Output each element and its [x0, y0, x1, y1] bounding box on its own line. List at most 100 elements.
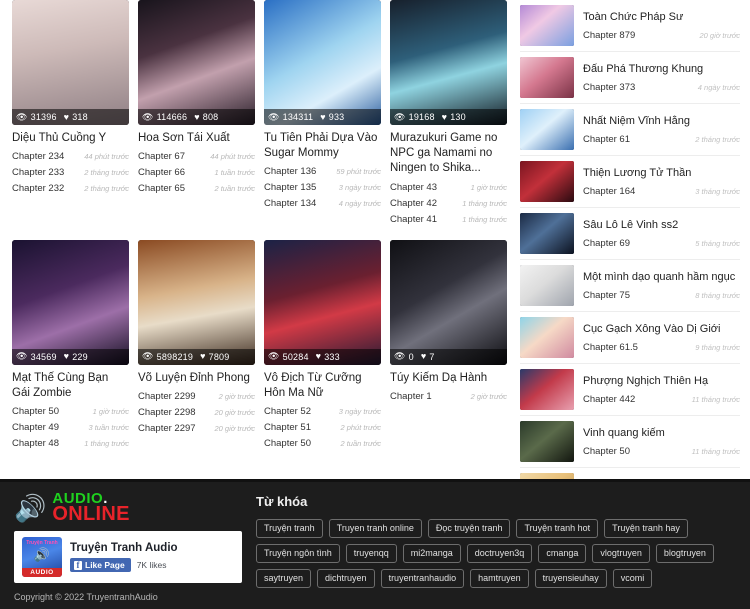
chapter-row[interactable]: Chapter 233 2 tháng trước — [12, 167, 129, 178]
chapter-row[interactable]: Chapter 51 2 phút trước — [264, 422, 381, 433]
sidebar-chapter-row[interactable]: Chapter 442 11 tháng trước — [583, 394, 740, 405]
chapter-row[interactable]: Chapter 2298 20 giờ trước — [138, 407, 255, 418]
manga-thumbnail[interactable]: 👁 114666 ♥ 808 — [138, 0, 255, 125]
sidebar-manga-title[interactable]: Đấu Phá Thương Khung — [583, 63, 740, 75]
chapter-row[interactable]: Chapter 134 4 ngày trước — [264, 198, 381, 209]
sidebar-manga-item[interactable]: Đấu Phá Thương Khung Chapter 373 4 ngày … — [520, 52, 740, 104]
manga-title[interactable]: Mạt Thế Cùng Bạn Gái Zombie — [12, 371, 129, 401]
keyword-chip[interactable]: Đọc truyện tranh — [427, 519, 511, 538]
keyword-chip[interactable]: cmanga — [538, 544, 587, 563]
keyword-chip[interactable]: Truyện tranh — [256, 519, 323, 538]
keyword-chip[interactable]: vlogtruyen — [592, 544, 650, 563]
chapter-row[interactable]: Chapter 50 2 tuần trước — [264, 438, 381, 449]
sidebar-chapter-row[interactable]: Chapter 164 3 tháng trước — [583, 186, 740, 197]
sidebar-manga-item[interactable]: Một mình dạo quanh hầm ngục Chapter 75 8… — [520, 260, 740, 312]
manga-card[interactable]: 👁 5898219 ♥ 7809 Võ Luyện Đỉnh Phong Cha… — [138, 239, 255, 454]
sidebar-chapter-row[interactable]: Chapter 61 2 tháng trước — [583, 134, 740, 145]
site-logo[interactable]: 🔊 AUDIO. ONLINE — [14, 491, 242, 524]
manga-card[interactable]: 👁 50284 ♥ 333 Vô Địch Từ Cưỡng Hôn Ma Nữ… — [264, 239, 381, 454]
sidebar-chapter-row[interactable]: Chapter 50 11 tháng trước — [583, 446, 740, 457]
manga-card[interactable]: 👁 134311 ♥ 933 Tu Tiên Phải Dựa Vào Suga… — [264, 0, 381, 230]
keyword-chip[interactable]: Truyện tranh hay — [604, 519, 688, 538]
manga-title[interactable]: Diệu Thủ Cuồng Y — [12, 131, 129, 146]
sidebar-thumbnail[interactable] — [520, 473, 574, 479]
facebook-page-plugin[interactable]: Truyện Tranh 🔊 AUDIO Truyện Tranh Audio … — [14, 531, 242, 584]
manga-thumbnail[interactable]: 👁 134311 ♥ 933 — [264, 0, 381, 125]
chapter-row[interactable]: Chapter 67 44 phút trước — [138, 151, 255, 162]
chapter-row[interactable]: Chapter 52 3 ngày trước — [264, 406, 381, 417]
manga-title[interactable]: Võ Luyện Đỉnh Phong — [138, 371, 255, 386]
keyword-chip[interactable]: saytruyen — [256, 569, 312, 588]
manga-card[interactable]: 👁 31396 ♥ 318 Diệu Thủ Cuồng Y Chapter 2… — [12, 0, 129, 230]
sidebar-manga-title[interactable]: Cục Gạch Xông Vào Dị Giới — [583, 323, 740, 335]
manga-title[interactable]: Hoa Sơn Tái Xuất — [138, 131, 255, 146]
sidebar-thumbnail[interactable] — [520, 265, 574, 306]
manga-thumbnail[interactable]: 👁 34569 ♥ 229 — [12, 239, 129, 365]
keyword-chip[interactable]: hamtruyen — [470, 569, 529, 588]
keyword-chip[interactable]: blogtruyen — [655, 544, 714, 563]
sidebar-thumbnail[interactable] — [520, 317, 574, 358]
manga-title[interactable]: Murazukuri Game no NPC ga Namami no Ning… — [390, 131, 507, 177]
keyword-chip[interactable]: truyensieuhay — [534, 569, 607, 588]
keyword-chip[interactable]: mi2manga — [402, 544, 461, 563]
manga-title[interactable]: Tu Tiên Phải Dựa Vào Sugar Mommy — [264, 131, 381, 161]
sidebar-manga-title[interactable]: Toàn Chức Pháp Sư — [583, 11, 740, 23]
keyword-chip[interactable]: Truyện ngôn tình — [256, 544, 340, 563]
manga-thumbnail[interactable]: 👁 31396 ♥ 318 — [12, 0, 129, 125]
sidebar-manga-item[interactable]: Thiện Lương Tử Thần Chapter 164 3 tháng … — [520, 156, 740, 208]
sidebar-thumbnail[interactable] — [520, 369, 574, 410]
keyword-chip[interactable]: truyentranhaudio — [380, 569, 465, 588]
sidebar-chapter-row[interactable]: Chapter 61.5 9 tháng trước — [583, 342, 740, 353]
manga-thumbnail[interactable]: 👁 19168 ♥ 130 — [390, 0, 507, 125]
sidebar-manga-title[interactable]: Nhất Niệm Vĩnh Hằng — [583, 115, 740, 127]
chapter-row[interactable]: Chapter 42 1 tháng trước — [390, 198, 507, 209]
sidebar-thumbnail[interactable] — [520, 421, 574, 462]
sidebar-manga-title[interactable]: Thiện Lương Tử Thần — [583, 167, 740, 179]
chapter-row[interactable]: Chapter 135 3 ngày trước — [264, 182, 381, 193]
manga-title[interactable]: Vô Địch Từ Cưỡng Hôn Ma Nữ — [264, 371, 381, 401]
sidebar-manga-item[interactable]: Vinh quang kiếm Chapter 50 11 tháng trướ… — [520, 416, 740, 468]
keyword-chip[interactable]: dichtruyen — [317, 569, 375, 588]
chapter-row[interactable]: Chapter 232 2 tháng trước — [12, 183, 129, 194]
sidebar-manga-title[interactable]: Một mình dạo quanh hầm ngục — [583, 271, 740, 283]
manga-card[interactable]: 👁 114666 ♥ 808 Hoa Sơn Tái Xuất Chapter … — [138, 0, 255, 230]
sidebar-manga-item[interactable]: Nhất Niệm Vĩnh Hằng Chapter 61 2 tháng t… — [520, 104, 740, 156]
keyword-chip[interactable]: Truyện tranh hot — [516, 519, 599, 538]
keyword-chip[interactable]: doctruyen3q — [466, 544, 533, 563]
chapter-row[interactable]: Chapter 234 44 phút trước — [12, 151, 129, 162]
manga-card[interactable]: 👁 0 ♥ 7 Túy Kiếm Dạ Hành Chapter 1 2 giờ… — [390, 239, 507, 454]
sidebar-thumbnail[interactable] — [520, 109, 574, 150]
chapter-row[interactable]: Chapter 41 1 tháng trước — [390, 214, 507, 225]
chapter-row[interactable]: Chapter 43 1 giờ trước — [390, 182, 507, 193]
chapter-row[interactable]: Chapter 48 1 tháng trước — [12, 438, 129, 449]
sidebar-chapter-row[interactable]: Chapter 879 20 giờ trước — [583, 30, 740, 41]
chapter-row[interactable]: Chapter 65 2 tuần trước — [138, 183, 255, 194]
like-page-button[interactable]: f Like Page — [70, 558, 131, 573]
sidebar-chapter-row[interactable]: Chapter 75 8 tháng trước — [583, 290, 740, 301]
manga-thumbnail[interactable]: 👁 5898219 ♥ 7809 — [138, 239, 255, 365]
sidebar-thumbnail[interactable] — [520, 161, 574, 202]
manga-card[interactable]: 👁 19168 ♥ 130 Murazukuri Game no NPC ga … — [390, 0, 507, 230]
sidebar-thumbnail[interactable] — [520, 57, 574, 98]
sidebar-manga-item[interactable]: Sâu Lô Lê Vinh ss2 Chapter 69 5 tháng tr… — [520, 208, 740, 260]
sidebar-manga-title[interactable]: Phượng Nghịch Thiên Hạ — [583, 375, 740, 387]
sidebar-chapter-row[interactable]: Chapter 373 4 ngày trước — [583, 82, 740, 93]
keyword-chip[interactable]: vcomi — [612, 569, 653, 588]
sidebar-manga-item[interactable]: Nghịch Lân Chapter 150 1 năm trước — [520, 468, 740, 479]
chapter-row[interactable]: Chapter 50 1 giờ trước — [12, 406, 129, 417]
sidebar-manga-item[interactable]: Phượng Nghịch Thiên Hạ Chapter 442 11 th… — [520, 364, 740, 416]
recent-updates-sidebar[interactable]: Toàn Chức Pháp Sư Chapter 879 20 giờ trư… — [512, 0, 750, 479]
chapter-row[interactable]: Chapter 49 3 tuần trước — [12, 422, 129, 433]
keyword-chip[interactable]: truyenqq — [345, 544, 397, 563]
sidebar-manga-title[interactable]: Vinh quang kiếm — [583, 427, 740, 439]
manga-card[interactable]: 👁 34569 ♥ 229 Mạt Thế Cùng Bạn Gái Zombi… — [12, 239, 129, 454]
sidebar-thumbnail[interactable] — [520, 5, 574, 46]
sidebar-manga-item[interactable]: Cục Gạch Xông Vào Dị Giới Chapter 61.5 9… — [520, 312, 740, 364]
chapter-row[interactable]: Chapter 2299 2 giờ trước — [138, 391, 255, 402]
sidebar-manga-title[interactable]: Sâu Lô Lê Vinh ss2 — [583, 219, 740, 231]
sidebar-thumbnail[interactable] — [520, 213, 574, 254]
chapter-row[interactable]: Chapter 2297 20 giờ trước — [138, 423, 255, 434]
manga-title[interactable]: Túy Kiếm Dạ Hành — [390, 371, 507, 386]
manga-thumbnail[interactable]: 👁 0 ♥ 7 — [390, 239, 507, 365]
chapter-row[interactable]: Chapter 136 59 phút trước — [264, 166, 381, 177]
